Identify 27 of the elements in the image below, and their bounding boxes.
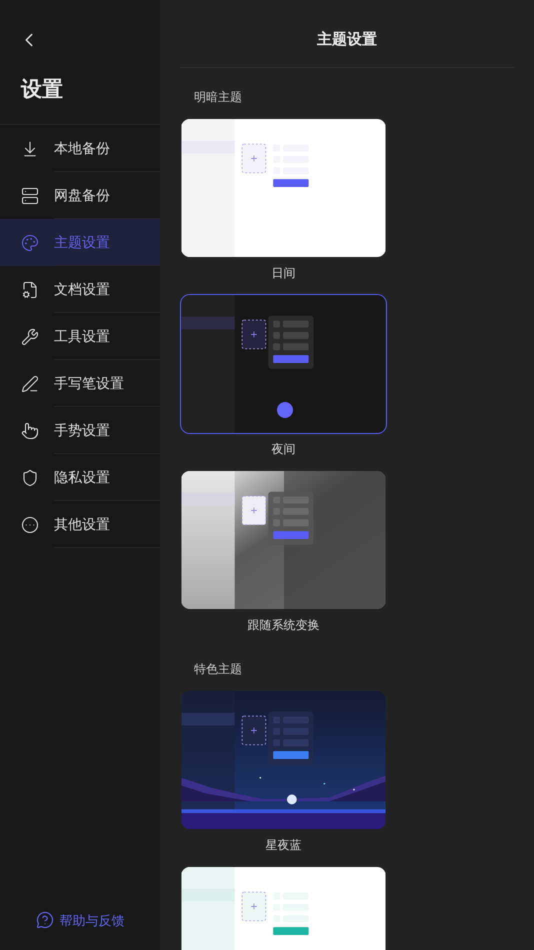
- theme-label: 夜间: [270, 441, 296, 457]
- more-icon: [21, 516, 39, 534]
- help-feedback-link[interactable]: 帮助与反馈: [36, 910, 124, 930]
- sidebar-item[interactable]: 隐私设置: [0, 454, 160, 501]
- sidebar-title: 设置: [21, 77, 64, 103]
- theme-label: 跟随系统变换: [246, 617, 320, 633]
- sidebar-item[interactable]: 文档设置: [0, 266, 160, 313]
- pen-icon: [21, 374, 39, 392]
- theme-label: 星夜蓝: [264, 837, 302, 853]
- palette-icon: [21, 234, 39, 252]
- sidebar-item[interactable]: 本地备份: [0, 125, 160, 172]
- hand-icon: [21, 422, 39, 440]
- theme-label: 日间: [270, 265, 296, 281]
- download-icon: [21, 140, 39, 158]
- file-settings-icon: [21, 280, 39, 298]
- sidebar-item[interactable]: 其他设置: [0, 501, 160, 548]
- help-icon: [36, 911, 54, 930]
- sidebar-item[interactable]: 手势设置: [0, 407, 160, 454]
- sidebar-item[interactable]: 工具设置: [0, 313, 160, 360]
- section-title: 特色主题: [194, 661, 243, 677]
- page-title: 主题设置: [316, 30, 378, 50]
- section-title: 明暗主题: [194, 89, 243, 105]
- server-icon: [21, 186, 39, 204]
- shield-icon: [21, 468, 39, 486]
- wrench-icon: [21, 328, 39, 346]
- sidebar-item[interactable]: 手写笔设置: [0, 360, 160, 407]
- sidebar-item[interactable]: 主题设置: [0, 219, 160, 266]
